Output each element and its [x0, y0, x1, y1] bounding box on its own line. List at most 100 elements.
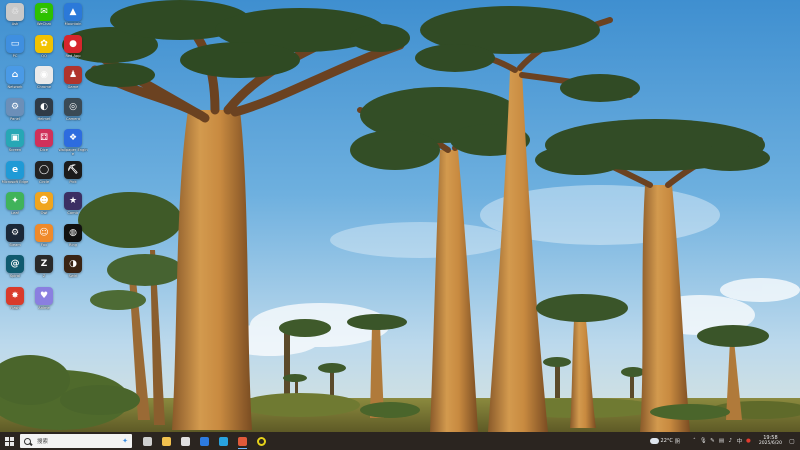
file-explorer-icon	[162, 436, 171, 446]
recycle-bin-icon: ♲	[6, 3, 24, 21]
windows-logo-icon	[4, 436, 14, 446]
anime-app-icon: ♥	[35, 286, 53, 305]
desktop-icon-label: Screen	[8, 148, 22, 152]
owl-app-icon: ☻	[35, 192, 53, 210]
chevron-up-icon[interactable]: ˄	[690, 432, 699, 450]
desktop-icon[interactable]: ⌂ Network	[0, 66, 30, 98]
desktop-icon-label: Mountain	[64, 22, 82, 26]
desktop-icon[interactable]: ◐ Helmet	[29, 97, 59, 130]
network-tray-icon[interactable]: ▤	[717, 432, 726, 450]
spiral-app-icon: @	[6, 255, 24, 273]
desktop-icon[interactable]: ✿ QQ	[29, 34, 59, 67]
ring-app-icon: ◍	[64, 223, 82, 242]
this-pc-icon: ▭	[6, 34, 24, 53]
desktop-icon[interactable]: ✸ Flash	[0, 286, 30, 319]
ime-icon[interactable]: 中	[735, 432, 744, 450]
start-button[interactable]	[0, 432, 18, 450]
taskbar-app-button[interactable]	[157, 432, 176, 450]
desktop-icon-label: Circle	[38, 179, 50, 184]
desktop-icon[interactable]: ⚃ Dice	[29, 129, 59, 161]
desktop-icon-label: PC	[12, 53, 18, 58]
swirl-app-icon: ◑	[64, 255, 82, 273]
desktop-icon-label: Microsoft Edge	[1, 179, 29, 184]
desktop-icon[interactable]: ✦ Leaf	[0, 192, 30, 224]
image-app-icon	[238, 436, 247, 446]
taskbar-app-button[interactable]	[176, 432, 195, 450]
desktop-icon-label: Game	[67, 85, 79, 89]
comic-app-icon: ★	[64, 192, 82, 210]
pen-icon[interactable]: ✎	[708, 432, 717, 450]
z-app-icon: Z	[35, 255, 53, 273]
wechat-icon: ✉	[35, 3, 53, 21]
store-icon	[181, 436, 190, 446]
leaf-app-icon: ✦	[6, 192, 24, 210]
desktop-icon-label: Ash	[11, 22, 19, 26]
taskbar-app-button[interactable]	[233, 432, 252, 450]
desktop-icon[interactable]: ◯ Circle	[29, 160, 59, 193]
desktop-icon-label: Ring	[68, 242, 78, 247]
desktop-icon[interactable]: ◎ Camera	[58, 97, 88, 130]
mail-icon	[200, 436, 209, 446]
desktop-icon[interactable]: ⛏ Pick	[58, 160, 88, 193]
notification-icon[interactable]: ▢	[788, 432, 796, 450]
desktop-icon-label: Chrome	[36, 85, 52, 89]
desktop-icon[interactable]: ♟ Game	[58, 66, 88, 98]
control-panel-icon: ⚙	[6, 97, 24, 116]
desktop-icon-area: ♲ Ash ✉ WeChat ▲ Mountain ▭ PC ✿ QQ ● Red App ⌂ Netwo…	[0, 0, 100, 432]
weather-widget[interactable]: 22°C 阴	[648, 436, 680, 445]
desktop-icon[interactable]: ⚙ Panel	[0, 97, 30, 130]
edge-taskbar-icon	[219, 436, 228, 446]
screen-app-icon: ▣	[6, 129, 24, 147]
desktop-icon-label: Wallpaper Engine	[58, 148, 88, 156]
desktop-icon[interactable]: ♲ Ash	[0, 3, 30, 35]
taskbar-search-box[interactable]: 搜索 ✦	[20, 434, 132, 448]
volume-icon[interactable]: ♪	[726, 432, 735, 450]
camera-app-icon: ◎	[64, 97, 82, 116]
taskbar-app-button[interactable]	[214, 432, 233, 450]
desktop-icon[interactable]: ★ Comic	[58, 192, 88, 224]
yellow-circle-icon	[257, 436, 266, 446]
desktop-icon[interactable]: ⚙ Steam	[0, 223, 30, 256]
taskbar-app-button[interactable]	[195, 432, 214, 450]
helmet-app-icon: ◐	[35, 97, 53, 116]
desktop-icon[interactable]: ▲ Mountain	[58, 3, 88, 35]
desktop-icon[interactable]: ZZ	[29, 255, 59, 287]
desktop-icon-label: Camera	[65, 116, 81, 121]
desktop-icon-label: Spiral	[9, 274, 21, 278]
desktop-icon[interactable]: ▣ Screen	[0, 129, 30, 161]
taskbar-app-button[interactable]	[138, 432, 157, 450]
cloudy-weather-icon	[648, 436, 659, 444]
search-label: 搜索	[37, 439, 49, 445]
mountain-app-icon: ▲	[64, 3, 82, 21]
weather-condition: 阴	[674, 438, 680, 445]
red-app-icon: ●	[64, 34, 82, 53]
security-tray-icon[interactable]: ●	[744, 432, 753, 450]
desktop-icon[interactable]: ● Red App	[58, 34, 88, 67]
microphone-icon[interactable]: 🎙︎	[699, 432, 708, 450]
desktop-icon-label: Panel	[10, 116, 20, 121]
desktop-icon-label: Flash	[10, 305, 20, 310]
desktop-icon[interactable]: ▭ PC	[0, 34, 30, 67]
desktop-icon-label: Network	[7, 85, 23, 89]
weather-temperature: 22°C	[660, 438, 673, 444]
desktop-icon-label: Swirl	[68, 274, 78, 278]
desktop-icon-label: Pick	[69, 179, 77, 184]
desktop-icon[interactable]: ♥ Anime	[29, 286, 59, 319]
steam-icon: ⚙	[6, 223, 24, 242]
taskbar-clock[interactable]: 19:58 2025/6/20	[758, 435, 782, 447]
desktop-icon[interactable]: ☺ Fox	[29, 223, 59, 256]
taskbar-app-button[interactable]	[252, 432, 271, 450]
desktop-icon[interactable]: e Microsoft Edge	[0, 160, 30, 193]
search-icon	[24, 437, 31, 445]
clock-date: 2025/6/20	[758, 441, 782, 446]
desktop-icon-label: Red App	[65, 53, 81, 58]
dice-app-icon: ⚃	[35, 129, 53, 147]
desktop-icon[interactable]: ◑ Swirl	[58, 255, 88, 287]
desktop-icon[interactable]: ◉ Chrome	[29, 66, 59, 98]
desktop-icon[interactable]: @ Spiral	[0, 255, 30, 287]
desktop-icon[interactable]: ◍ Ring	[58, 223, 88, 256]
desktop-icon[interactable]: ✉ WeChat	[29, 3, 59, 35]
desktop-icon[interactable]: ☻ Owl	[29, 192, 59, 224]
search-highlight-icon: ✦	[122, 437, 128, 445]
desktop-icon[interactable]: ❖ Wallpaper Engine	[58, 129, 88, 161]
